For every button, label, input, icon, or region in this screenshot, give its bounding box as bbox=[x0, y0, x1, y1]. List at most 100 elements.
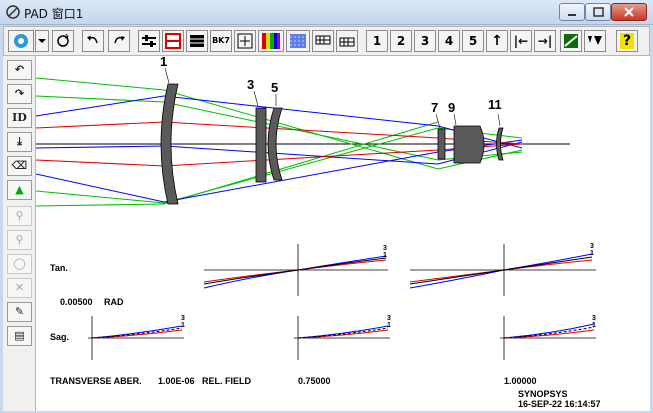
split-button[interactable] bbox=[162, 30, 184, 52]
table-icon bbox=[190, 35, 204, 47]
dropdown-button[interactable] bbox=[35, 30, 49, 52]
redo-side-button[interactable]: ↷ bbox=[7, 84, 32, 104]
gear-button[interactable] bbox=[8, 30, 34, 52]
table-button[interactable] bbox=[186, 30, 208, 52]
tool9-button[interactable]: ◯ bbox=[7, 254, 32, 274]
spectrum-icon bbox=[262, 33, 280, 49]
footer-title: TRANSVERSE ABER. bbox=[50, 376, 142, 386]
sync-button[interactable] bbox=[52, 30, 74, 52]
pattern-icon bbox=[290, 34, 306, 48]
curve-tag: 3 bbox=[383, 245, 387, 252]
page-4-button[interactable]: 4 bbox=[438, 30, 460, 52]
curve-tag: 1 bbox=[383, 252, 387, 259]
maximize-button[interactable] bbox=[585, 3, 611, 21]
triangle-down-icon bbox=[588, 36, 602, 45]
tool7-button[interactable]: ⚲ bbox=[7, 206, 32, 226]
lens-3 bbox=[255, 107, 267, 183]
lens-9 bbox=[453, 125, 485, 164]
notes-button[interactable]: ▤ bbox=[7, 326, 32, 346]
fit-button[interactable] bbox=[234, 30, 256, 52]
sag-label: Sag. bbox=[50, 332, 70, 342]
lens-diagram bbox=[36, 67, 596, 360]
tan-label: Tan. bbox=[50, 263, 68, 273]
last-button[interactable]: →| bbox=[534, 30, 556, 52]
surface-label-7: 7 bbox=[431, 100, 439, 115]
tool10-button[interactable]: ✕ bbox=[7, 278, 32, 298]
drawing-canvas[interactable]: 1 3 5 7 9 11 Tan. 0.00500 RAD Sag. 3 1 3… bbox=[36, 54, 650, 411]
split-icon bbox=[165, 33, 181, 49]
wavelength-value: 1.00E-06 bbox=[158, 376, 195, 386]
chart-icon bbox=[564, 34, 578, 48]
field-full: 1.00000 bbox=[504, 376, 537, 386]
vtri-button[interactable] bbox=[584, 30, 606, 52]
aberration-curves bbox=[91, 253, 595, 339]
surface-label-9: 9 bbox=[448, 100, 456, 115]
adjust-button[interactable] bbox=[138, 30, 160, 52]
fit-icon bbox=[237, 33, 253, 49]
maximize-icon bbox=[593, 7, 604, 17]
field-mid: 0.75000 bbox=[298, 376, 331, 386]
minimize-button[interactable] bbox=[559, 3, 585, 21]
page-1-button[interactable]: 1 bbox=[366, 30, 388, 52]
plot-axes bbox=[88, 244, 596, 360]
undo-side-button[interactable]: ↶ bbox=[7, 60, 32, 80]
curve-tag: 1 bbox=[387, 322, 391, 329]
eraser-button[interactable]: ⌫ bbox=[7, 156, 32, 176]
minimize-icon bbox=[568, 14, 576, 16]
close-button[interactable] bbox=[611, 3, 647, 21]
id-button[interactable]: ID bbox=[7, 108, 32, 128]
program-name: SYNOPSYS bbox=[518, 389, 568, 399]
lens-7 bbox=[437, 128, 446, 160]
sidebar: ↶ ↷ ID ⤓ ⌫ ▲ ⚲ ⚲ ◯ ✕ ✎ ▤ bbox=[3, 56, 36, 411]
timestamp: 16-SEP-22 16:14:57 bbox=[518, 399, 601, 409]
bk7-button[interactable]: BK7 bbox=[210, 30, 232, 52]
toolbar: BK7 1 2 3 4 5 ↑ |← →| ? bbox=[3, 26, 650, 56]
app-icon bbox=[6, 5, 20, 19]
redo-button[interactable] bbox=[108, 30, 130, 52]
surface-label-1: 1 bbox=[160, 54, 168, 69]
page-3-button[interactable]: 3 bbox=[414, 30, 436, 52]
target-button[interactable]: ▲ bbox=[7, 180, 32, 200]
chart-button[interactable] bbox=[560, 30, 582, 52]
scale-value: 0.00500 bbox=[60, 297, 93, 307]
surface-label-3: 3 bbox=[247, 77, 255, 92]
undo-icon bbox=[87, 36, 98, 44]
curve-tag: 3 bbox=[181, 315, 185, 322]
help-icon: ? bbox=[619, 33, 635, 49]
surface-label-11: 11 bbox=[488, 97, 502, 112]
pen-button[interactable]: ✎ bbox=[7, 302, 32, 322]
page-2-button[interactable]: 2 bbox=[390, 30, 412, 52]
curve-tag: 3 bbox=[590, 243, 594, 250]
title-bar: PAD 窗口1 bbox=[0, 0, 653, 25]
scale-unit: RAD bbox=[104, 297, 124, 307]
undo-button[interactable] bbox=[82, 30, 104, 52]
download-button[interactable]: ⤓ bbox=[7, 132, 32, 152]
field-label: REL. FIELD bbox=[202, 376, 251, 386]
grid-icon bbox=[339, 37, 355, 47]
color-button[interactable] bbox=[258, 30, 284, 52]
surface-label-5: 5 bbox=[271, 80, 279, 95]
gear-icon bbox=[14, 34, 28, 48]
tool8-button[interactable]: ⚲ bbox=[7, 230, 32, 250]
pattern-button[interactable] bbox=[286, 30, 310, 52]
close-icon bbox=[624, 7, 634, 17]
curve-tag: 1 bbox=[181, 322, 185, 329]
up-button[interactable]: ↑ bbox=[486, 30, 508, 52]
grid2-button[interactable] bbox=[336, 30, 358, 52]
chevron-down-icon bbox=[38, 39, 46, 43]
label-leaders bbox=[164, 67, 501, 129]
grid1-button[interactable] bbox=[312, 30, 334, 52]
curve-tag: 1 bbox=[592, 322, 596, 329]
sliders-icon bbox=[142, 35, 156, 47]
curve-tag: 1 bbox=[590, 250, 594, 257]
sync-icon bbox=[57, 33, 69, 47]
grid-icon bbox=[315, 35, 331, 45]
curve-tag: 3 bbox=[387, 315, 391, 322]
first-button[interactable]: |← bbox=[510, 30, 532, 52]
page-5-button[interactable]: 5 bbox=[462, 30, 484, 52]
green-rays bbox=[36, 77, 523, 207]
redo-icon bbox=[114, 36, 125, 44]
help-button[interactable]: ? bbox=[616, 30, 638, 52]
curve-tag: 3 bbox=[592, 315, 596, 322]
window-title: PAD 窗口1 bbox=[24, 7, 84, 21]
